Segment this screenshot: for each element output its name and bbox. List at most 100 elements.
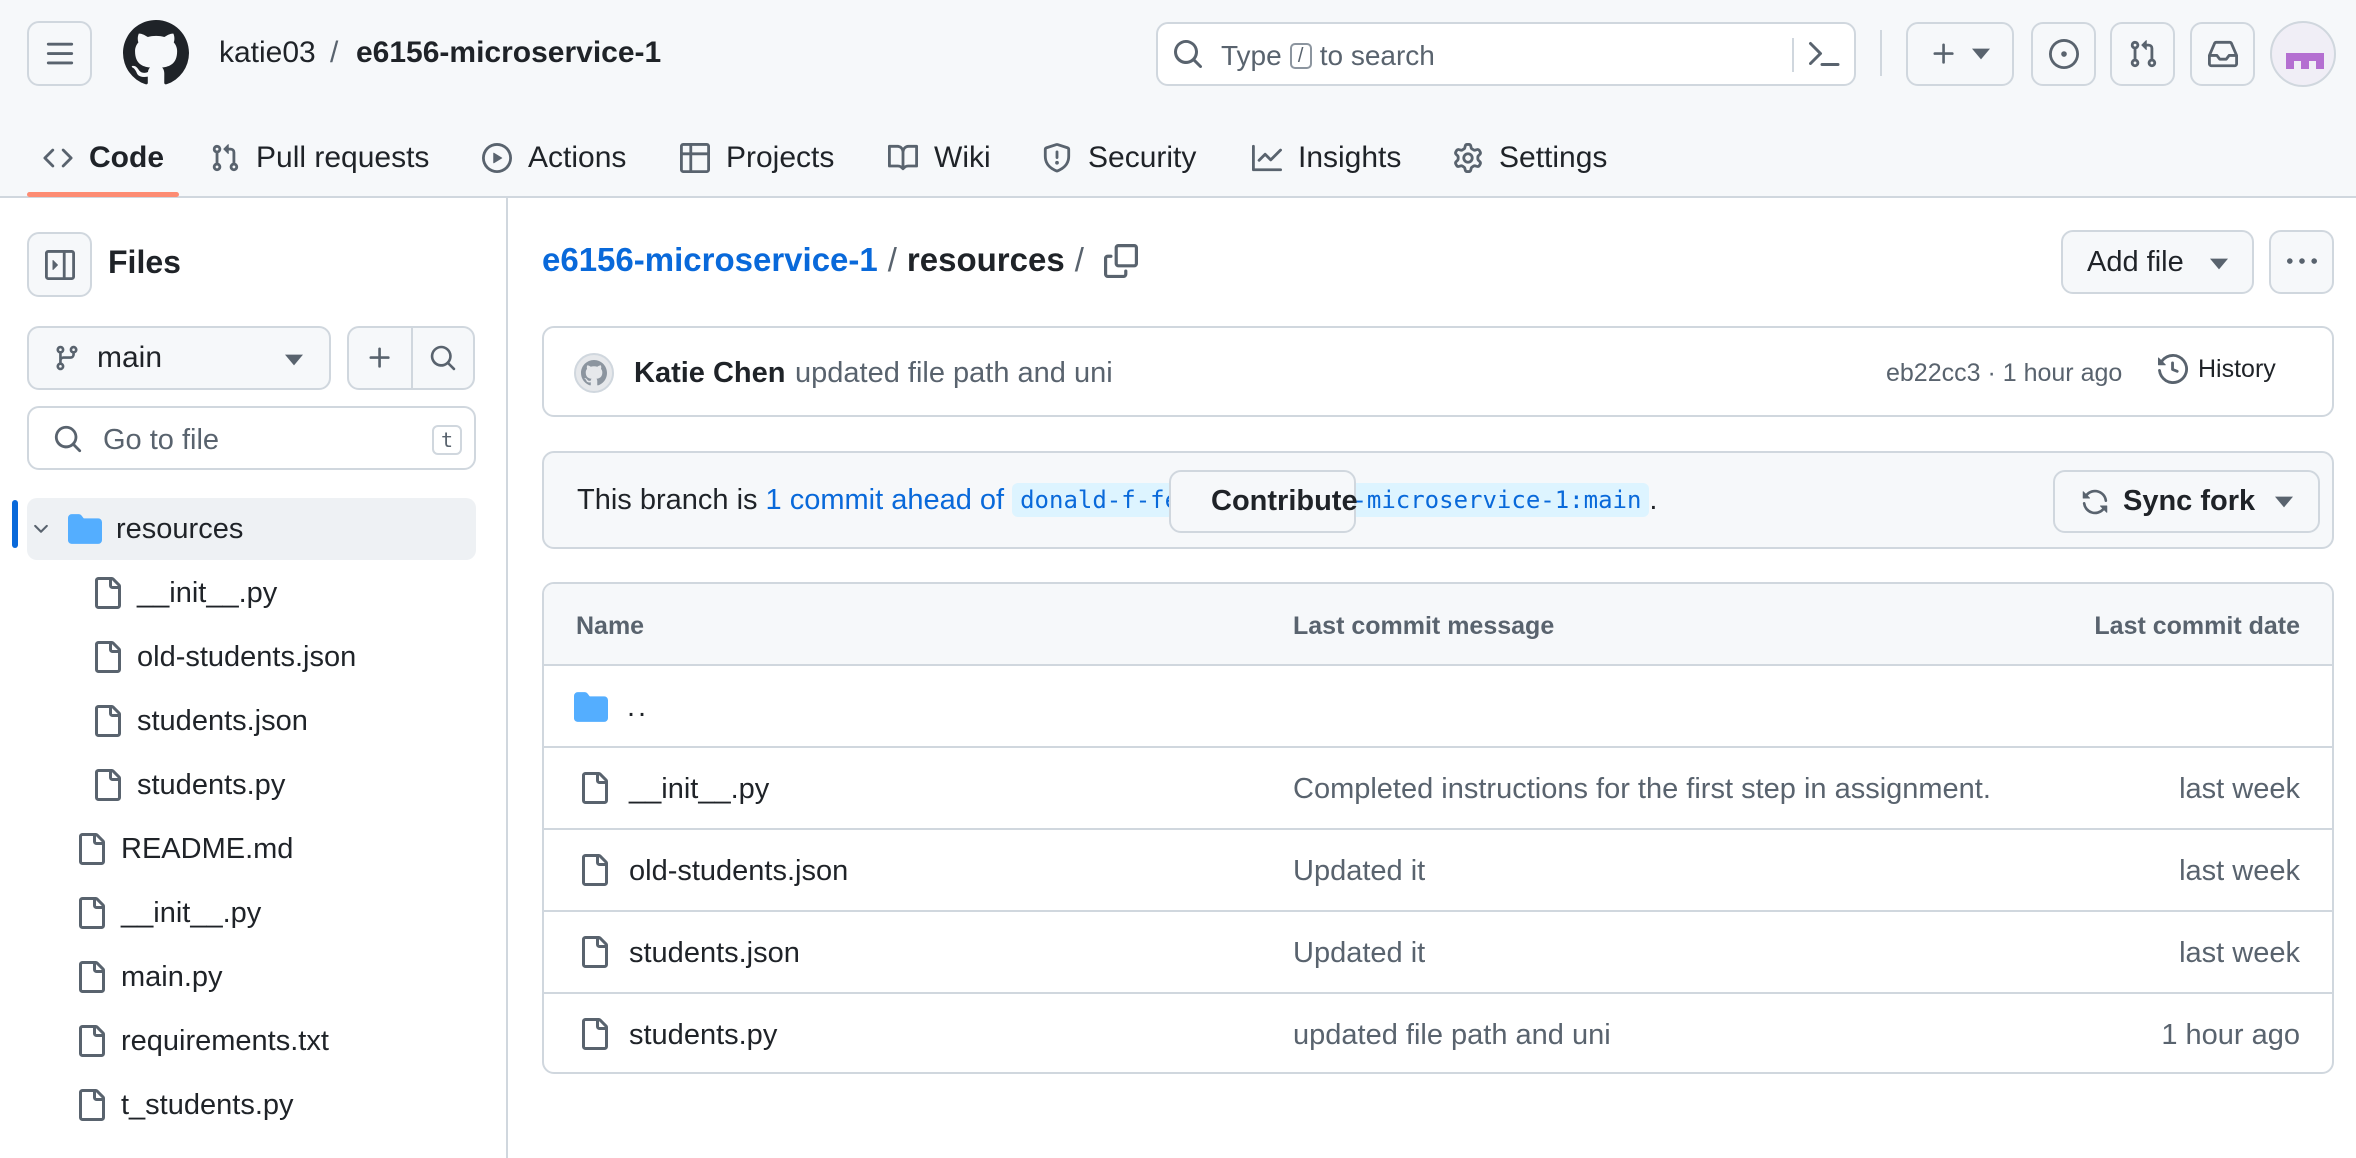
tab-insights-label: Insights bbox=[1298, 141, 1402, 174]
file-icon bbox=[75, 1089, 107, 1121]
sidebar-title: Files bbox=[108, 244, 181, 280]
commit-message-link[interactable]: Updated it bbox=[1293, 855, 1425, 888]
tree-item-label: main.py bbox=[121, 960, 223, 993]
active-tab-indicator bbox=[27, 192, 179, 197]
plus-icon bbox=[369, 347, 390, 368]
history-button[interactable]: History bbox=[2158, 354, 2276, 384]
commit-message-link[interactable]: updated file path and uni bbox=[1293, 1019, 1611, 1052]
header-divider bbox=[1880, 30, 1882, 76]
tab-settings[interactable]: Settings bbox=[1453, 118, 1607, 198]
breadcrumb-repo[interactable]: e6156-microservice-1 bbox=[356, 36, 661, 70]
hamburger-icon bbox=[46, 42, 73, 64]
add-file-button[interactable]: Add file bbox=[2061, 230, 2254, 294]
app-header: katie03 / e6156-microservice-1 Type / to… bbox=[0, 0, 2356, 198]
table-row[interactable]: students.py updated file path and uni 1 ho… bbox=[544, 994, 2332, 1072]
tab-code-label: Code bbox=[89, 141, 164, 174]
add-file-icon-button[interactable] bbox=[349, 328, 411, 388]
search-input[interactable]: Type / to search bbox=[1156, 22, 1856, 86]
commit-message-link[interactable]: Completed instructions for the first ste… bbox=[1293, 773, 1991, 806]
table-row[interactable]: students.json Updated it last week bbox=[544, 912, 2332, 994]
table-row[interactable]: old-students.json Updated it last week bbox=[544, 830, 2332, 912]
commit-message[interactable]: updated file path and uni bbox=[795, 357, 1113, 390]
tree-file-item[interactable]: __init__.py bbox=[27, 562, 476, 624]
file-name-link[interactable]: .. bbox=[627, 691, 649, 724]
sync-fork-label: Sync fork bbox=[2123, 485, 2256, 517]
issues-button[interactable] bbox=[2031, 22, 2096, 86]
breadcrumb-owner[interactable]: katie03 bbox=[219, 36, 316, 70]
tab-pull-requests[interactable]: Pull requests bbox=[210, 118, 429, 198]
command-palette-icon[interactable] bbox=[1808, 38, 1840, 70]
git-pull-request-icon bbox=[2130, 40, 2156, 68]
tree-item-label: old-students.json bbox=[137, 640, 357, 673]
tree-file-item[interactable]: requirements.txt bbox=[27, 1010, 476, 1072]
search-suffix-text: to search bbox=[1319, 40, 1435, 71]
tree-item-label: students.py bbox=[137, 768, 286, 801]
inbox-button[interactable] bbox=[2190, 22, 2255, 86]
tab-pull-requests-label: Pull requests bbox=[256, 141, 430, 174]
chevron-down-icon[interactable] bbox=[30, 518, 52, 540]
sync-fork-button[interactable]: Sync fork bbox=[2053, 470, 2320, 533]
file-name-link[interactable]: old-students.json bbox=[629, 855, 848, 888]
github-logo-icon[interactable] bbox=[123, 20, 189, 86]
table-row[interactable]: __init__.py Completed instructions for th… bbox=[544, 748, 2332, 830]
git-branch-icon bbox=[56, 345, 78, 371]
commit-date: 1 hour ago bbox=[2161, 1019, 2300, 1051]
copy-icon bbox=[1104, 244, 1138, 278]
path-repo-link[interactable]: e6156-microservice-1 bbox=[542, 241, 878, 279]
parent-directory-row[interactable]: .. bbox=[544, 666, 2332, 748]
tree-file-item[interactable]: students.json bbox=[27, 690, 476, 752]
contribute-button[interactable]: Contribute bbox=[1169, 470, 1358, 533]
tab-insights[interactable]: Insights bbox=[1252, 118, 1401, 198]
menu-button[interactable] bbox=[27, 21, 92, 86]
go-to-file-input[interactable]: Go to file t bbox=[27, 406, 476, 470]
file-icon bbox=[91, 641, 123, 673]
file-icon bbox=[578, 1018, 610, 1050]
tree-file-item[interactable]: old-students.json bbox=[27, 626, 476, 688]
tab-wiki[interactable]: Wiki bbox=[888, 118, 991, 198]
table-icon bbox=[680, 143, 710, 173]
kebab-horizontal-icon bbox=[2286, 258, 2317, 264]
collapse-sidebar-button[interactable] bbox=[27, 232, 92, 297]
pull-requests-button[interactable] bbox=[2110, 22, 2175, 86]
copy-path-button[interactable] bbox=[1104, 244, 1138, 278]
file-name-link[interactable]: students.py bbox=[629, 1019, 777, 1052]
tree-file-item[interactable]: __init__.py bbox=[27, 882, 476, 944]
search-divider bbox=[1792, 38, 1794, 72]
tab-projects[interactable]: Projects bbox=[680, 118, 834, 198]
tree-file-item[interactable]: t_students.py bbox=[27, 1074, 476, 1136]
caret-down-icon bbox=[285, 354, 303, 366]
git-pull-request-icon bbox=[212, 144, 239, 172]
plus-icon bbox=[1933, 43, 1954, 64]
commit-author-avatar[interactable] bbox=[574, 353, 614, 393]
tree-folder-item[interactable]: resources bbox=[27, 498, 476, 560]
caret-down-icon bbox=[1972, 48, 1990, 60]
commit-sha-time[interactable]: eb22cc3 · 1 hour ago bbox=[1886, 359, 2122, 388]
commit-message-link[interactable]: Updated it bbox=[1293, 937, 1425, 970]
file-name-link[interactable]: __init__.py bbox=[629, 773, 769, 806]
commits-ahead-link[interactable]: 1 commit ahead of bbox=[766, 484, 1005, 517]
create-new-button[interactable] bbox=[1906, 22, 2014, 86]
tab-actions[interactable]: Actions bbox=[482, 118, 626, 198]
shield-icon bbox=[1043, 143, 1071, 173]
tab-code[interactable]: Code bbox=[43, 118, 164, 198]
play-icon bbox=[482, 143, 512, 173]
file-name-link[interactable]: students.json bbox=[629, 937, 800, 970]
tree-file-item[interactable]: main.py bbox=[27, 946, 476, 1008]
search-files-button[interactable] bbox=[411, 328, 473, 388]
column-header-name: Name bbox=[576, 612, 645, 640]
contribute-label: Contribute bbox=[1211, 485, 1358, 517]
commit-author[interactable]: Katie Chen bbox=[634, 357, 785, 390]
history-icon bbox=[2158, 354, 2188, 384]
more-options-button[interactable] bbox=[2269, 230, 2334, 294]
tree-item-label: requirements.txt bbox=[121, 1024, 329, 1057]
file-table: Name Last commit message Last commit dat… bbox=[542, 582, 2334, 1074]
user-avatar[interactable] bbox=[2270, 21, 2336, 87]
sync-icon bbox=[2082, 489, 2108, 514]
tree-file-item[interactable]: students.py bbox=[27, 754, 476, 816]
tree-item-label: resources bbox=[116, 512, 244, 545]
tree-item-label: __init__.py bbox=[121, 896, 262, 929]
tab-projects-label: Projects bbox=[726, 141, 835, 174]
tree-file-item[interactable]: README.md bbox=[27, 818, 476, 880]
tab-security[interactable]: Security bbox=[1042, 118, 1196, 198]
branch-selector[interactable]: main bbox=[27, 326, 331, 390]
